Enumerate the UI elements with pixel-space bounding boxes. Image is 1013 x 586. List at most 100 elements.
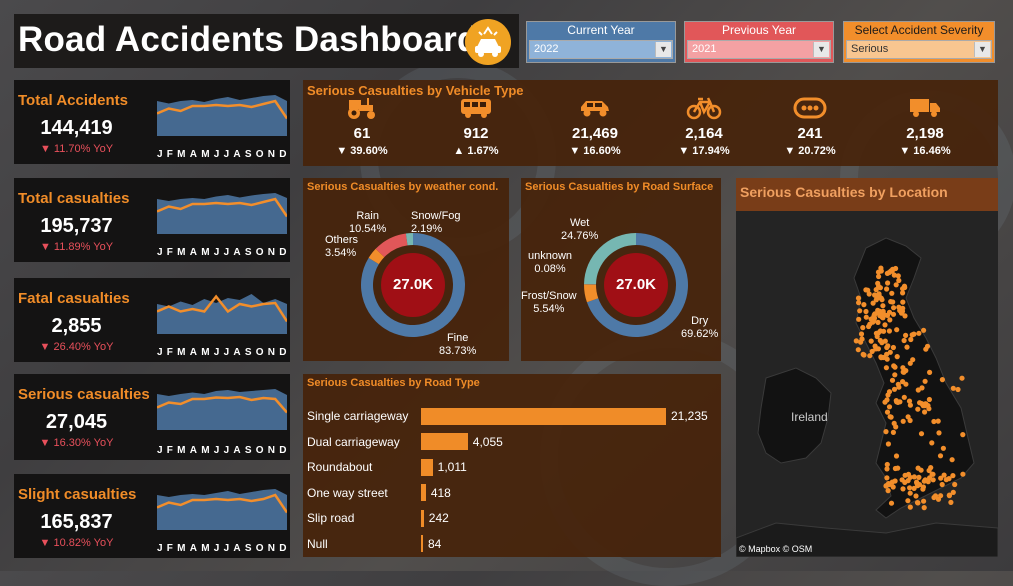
map-point[interactable]	[867, 291, 872, 296]
road-type-bar[interactable]	[421, 408, 666, 425]
map-point[interactable]	[908, 491, 913, 496]
road-type-bar[interactable]	[421, 510, 424, 527]
map-point[interactable]	[907, 399, 912, 404]
severity-filter[interactable]: Select Accident Severity Serious ▼	[843, 21, 995, 63]
map-point[interactable]	[916, 475, 921, 480]
map-point[interactable]	[908, 418, 913, 423]
map-point[interactable]	[912, 486, 917, 491]
map-point[interactable]	[854, 338, 859, 343]
map-point[interactable]	[857, 308, 862, 313]
map-point[interactable]	[859, 336, 864, 341]
map-point[interactable]	[948, 500, 953, 505]
map-point[interactable]	[885, 357, 890, 362]
map-point[interactable]	[885, 280, 890, 285]
map-point[interactable]	[902, 313, 907, 318]
map-point[interactable]	[861, 352, 866, 357]
map-point[interactable]	[887, 328, 892, 333]
location-map[interactable]: Serious Casualties by Location Ireland ©…	[736, 178, 998, 557]
map-point[interactable]	[891, 305, 896, 310]
map-point[interactable]	[917, 400, 922, 405]
map-point[interactable]	[877, 309, 882, 314]
map-point[interactable]	[884, 475, 889, 480]
map-point[interactable]	[876, 291, 881, 296]
map-point[interactable]	[892, 421, 897, 426]
map-point[interactable]	[916, 331, 921, 336]
map-point[interactable]	[875, 320, 880, 325]
map-point[interactable]	[884, 286, 889, 291]
map-point[interactable]	[859, 331, 864, 336]
map-point[interactable]	[927, 370, 932, 375]
map-point[interactable]	[925, 344, 930, 349]
chevron-down-icon[interactable]: ▼	[813, 42, 829, 57]
previous-year-select[interactable]: 2021 ▼	[687, 40, 831, 59]
map-point[interactable]	[878, 338, 883, 343]
map-point[interactable]	[867, 353, 872, 358]
map-point[interactable]	[871, 301, 876, 306]
map-point[interactable]	[900, 300, 905, 305]
map-point[interactable]	[906, 472, 911, 477]
map-point[interactable]	[908, 505, 913, 510]
map-point[interactable]	[879, 314, 884, 319]
map-point[interactable]	[921, 499, 926, 504]
map-point[interactable]	[888, 414, 893, 419]
map-point[interactable]	[959, 376, 964, 381]
map-point[interactable]	[936, 430, 941, 435]
map-point[interactable]	[887, 317, 892, 322]
map-point[interactable]	[894, 453, 899, 458]
chevron-down-icon[interactable]: ▼	[655, 42, 671, 57]
map-point[interactable]	[916, 466, 921, 471]
map-point[interactable]	[910, 357, 915, 362]
map-point[interactable]	[952, 482, 957, 487]
map-point[interactable]	[878, 328, 883, 333]
map-point[interactable]	[960, 472, 965, 477]
map-point[interactable]	[896, 382, 901, 387]
map-point[interactable]	[910, 332, 915, 337]
map-point[interactable]	[944, 477, 949, 482]
chevron-down-icon[interactable]: ▼	[974, 42, 990, 57]
map-point[interactable]	[884, 466, 889, 471]
map-point[interactable]	[876, 346, 881, 351]
map-point[interactable]	[884, 352, 889, 357]
road-type-bar[interactable]	[421, 535, 423, 552]
map-point[interactable]	[856, 317, 861, 322]
current-year-select[interactable]: 2022 ▼	[529, 40, 673, 59]
map-point[interactable]	[893, 266, 898, 271]
map-point[interactable]	[902, 338, 907, 343]
map-point[interactable]	[891, 430, 896, 435]
map-point[interactable]	[901, 419, 906, 424]
map-point[interactable]	[892, 273, 897, 278]
map-point[interactable]	[906, 478, 911, 483]
map-point[interactable]	[902, 284, 907, 289]
map-point[interactable]	[892, 372, 897, 377]
map-attribution[interactable]: © Mapbox © OSM	[739, 544, 812, 554]
map-point[interactable]	[875, 281, 880, 286]
map-point[interactable]	[884, 397, 889, 402]
map-point[interactable]	[922, 505, 927, 510]
map-point[interactable]	[896, 278, 901, 283]
map-point[interactable]	[938, 476, 943, 481]
map-point[interactable]	[860, 325, 865, 330]
map-point[interactable]	[900, 306, 905, 311]
map-point[interactable]	[951, 386, 956, 391]
map-point[interactable]	[904, 345, 909, 350]
map-point[interactable]	[882, 322, 887, 327]
map-point[interactable]	[902, 395, 907, 400]
map-point[interactable]	[922, 409, 927, 414]
map-point[interactable]	[885, 410, 890, 415]
map-point[interactable]	[893, 466, 898, 471]
map-point[interactable]	[861, 302, 866, 307]
map-point[interactable]	[960, 432, 965, 437]
map-point[interactable]	[923, 477, 928, 482]
map-point[interactable]	[926, 406, 931, 411]
previous-year-filter[interactable]: Previous Year 2021 ▼	[684, 21, 834, 63]
map-point[interactable]	[901, 369, 906, 374]
map-point[interactable]	[856, 300, 861, 305]
map-point[interactable]	[931, 477, 936, 482]
map-point[interactable]	[856, 296, 861, 301]
map-point[interactable]	[920, 487, 925, 492]
map-point[interactable]	[921, 328, 926, 333]
map-point[interactable]	[885, 313, 890, 318]
map-point[interactable]	[908, 337, 913, 342]
map-point[interactable]	[891, 484, 896, 489]
map-point[interactable]	[886, 488, 891, 493]
